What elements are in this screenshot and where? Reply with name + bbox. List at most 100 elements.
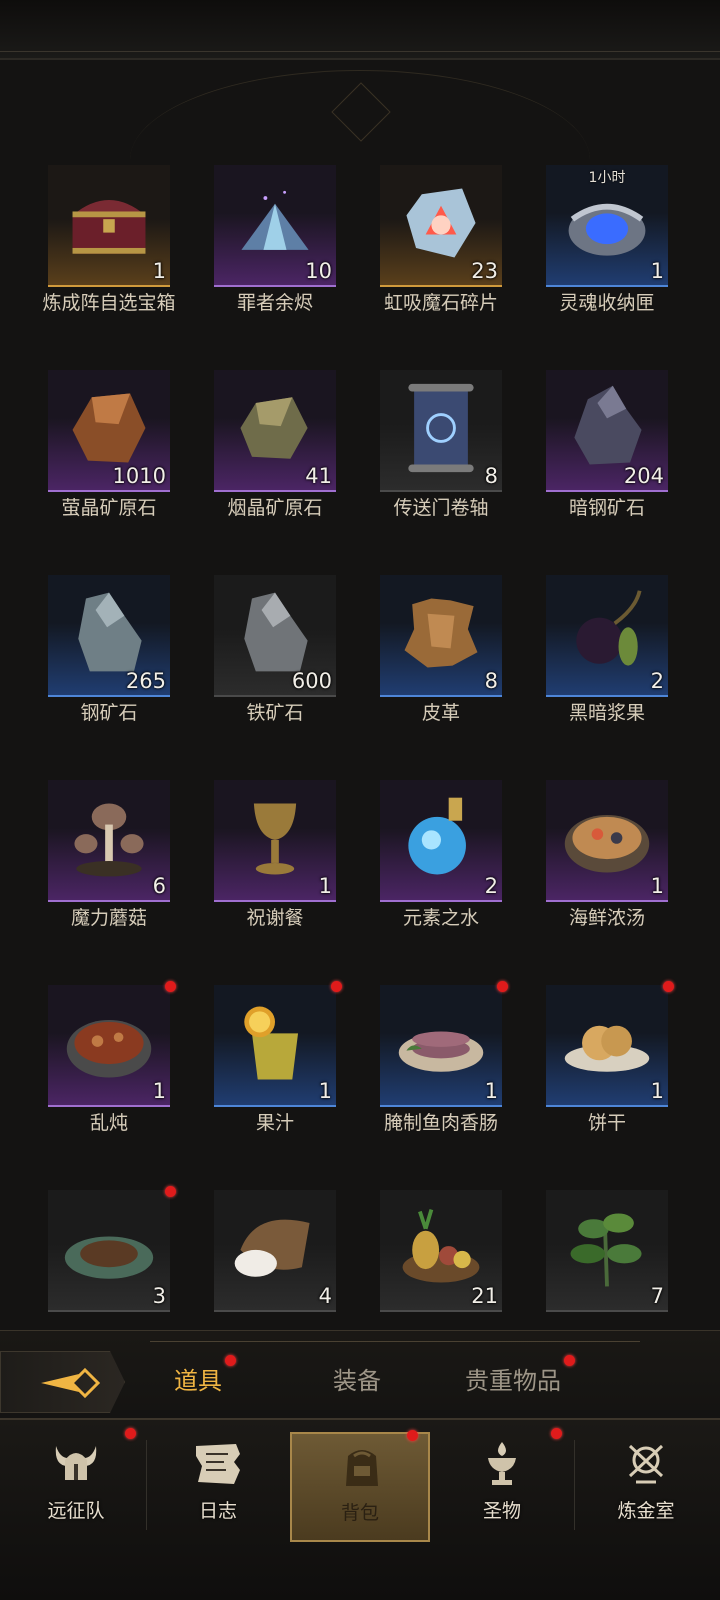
inventory-item[interactable]: 8 皮革 <box>372 575 538 780</box>
item-slot[interactable]: 7 <box>546 1190 668 1312</box>
item-slot[interactable]: 10 <box>214 165 336 287</box>
item-slot[interactable]: 23 <box>380 165 502 287</box>
item-count: 204 <box>623 464 664 488</box>
item-count: 1 <box>650 259 664 283</box>
inventory-item[interactable]: 8 传送门卷轴 <box>372 370 538 575</box>
item-slot[interactable]: 8 <box>380 575 502 697</box>
dark-berry-icon <box>576 590 642 666</box>
inventory-item[interactable]: 1 祝谢餐 <box>206 780 372 985</box>
inventory-item[interactable]: 600 铁矿石 <box>206 575 372 780</box>
tab-equipment[interactable]: 装备 <box>333 1361 381 1396</box>
inventory-item[interactable]: 2 元素之水 <box>372 780 538 985</box>
seafood-soup-icon <box>564 814 650 873</box>
sausage-icon <box>398 1031 484 1072</box>
crystal-shard-icon <box>241 190 309 250</box>
item-name: 暗钢矿石 <box>568 497 645 519</box>
tab-valuables[interactable]: 贵重物品 <box>465 1355 575 1396</box>
tab-items[interactable]: 道具 <box>174 1355 236 1396</box>
inventory-item[interactable]: 10 罪者余烬 <box>206 165 372 370</box>
inventory-item[interactable]: 6 魔力蘑菇 <box>40 780 206 985</box>
inventory-item[interactable]: 1 炼成阵自选宝箱 <box>40 165 206 370</box>
item-count: 4 <box>318 1284 332 1308</box>
soul-box-icon <box>568 203 646 256</box>
inventory-item[interactable]: 265 钢矿石 <box>40 575 206 780</box>
item-timer: 1小时 <box>588 170 626 186</box>
item-count: 41 <box>305 464 332 488</box>
iron-ore-icon <box>244 592 308 672</box>
item-slot[interactable]: 600 <box>214 575 336 697</box>
item-slot[interactable]: 2 <box>546 575 668 697</box>
item-slot[interactable]: 8 <box>380 370 502 492</box>
item-name: 果汁 <box>255 1112 294 1134</box>
inventory-item[interactable]: 23 虹吸魔石碎片 <box>372 165 538 370</box>
inventory-item[interactable]: 1 海鲜浓汤 <box>538 780 704 985</box>
item-count: 1 <box>318 1079 332 1103</box>
nav-journal[interactable]: 日志 <box>148 1432 288 1542</box>
chest-icon <box>72 199 146 254</box>
item-slot[interactable]: 3 <box>48 1190 170 1312</box>
notification-dot <box>165 981 176 992</box>
item-name: 炼成阵自选宝箱 <box>42 292 176 314</box>
item-name: 海鲜浓汤 <box>568 907 645 929</box>
steel-ore-icon <box>78 592 142 672</box>
item-slot[interactable]: 1 <box>214 985 336 1107</box>
item-name: 魔力蘑菇 <box>70 907 147 929</box>
divider <box>150 1341 640 1342</box>
inventory-item[interactable]: 1 果汁 <box>206 981 372 1190</box>
item-name: 灵魂收纳匣 <box>559 292 655 314</box>
notification-dot <box>551 1428 562 1439</box>
item-count: 265 <box>125 669 166 693</box>
notification-dot <box>564 1355 575 1366</box>
item-slot[interactable]: 1 <box>380 985 502 1107</box>
inventory-item[interactable]: 1 饼干 <box>538 981 704 1190</box>
item-slot[interactable]: 1 <box>48 985 170 1107</box>
inventory-item[interactable]: 1小时 1 灵魂收纳匣 <box>538 165 704 370</box>
item-name: 萤晶矿原石 <box>61 497 157 519</box>
magic-stone-icon <box>406 188 476 258</box>
item-name: 饼干 <box>587 1112 626 1134</box>
tab-items-label: 道具 <box>174 1367 222 1395</box>
nav-alchemy-label: 炼金室 <box>617 1500 675 1522</box>
item-count: 1 <box>152 1079 166 1103</box>
nav-backpack-label: 背包 <box>340 1502 379 1524</box>
item-count: 23 <box>471 259 498 283</box>
item-slot[interactable]: 1 <box>546 985 668 1107</box>
inventory-item[interactable]: 41 烟晶矿原石 <box>206 370 372 575</box>
nav-backpack[interactable]: 背包 <box>290 1430 430 1542</box>
item-count: 6 <box>152 874 166 898</box>
scroll-icon <box>408 383 474 473</box>
item-slot[interactable]: 41 <box>214 370 336 492</box>
notification-dot <box>407 1430 418 1441</box>
relic-goblet-icon <box>488 1442 516 1485</box>
top-frame <box>0 0 720 60</box>
item-slot[interactable]: 1 <box>214 780 336 902</box>
item-count: 2 <box>484 874 498 898</box>
inventory-item[interactable]: 204 暗钢矿石 <box>538 370 704 575</box>
item-count: 3 <box>152 1284 166 1308</box>
decorative-ornament <box>130 70 590 160</box>
item-slot[interactable]: 1小时 1 <box>546 165 668 287</box>
item-slot[interactable]: 1 <box>48 165 170 287</box>
item-slot[interactable]: 4 <box>214 1190 336 1312</box>
item-slot[interactable]: 2 <box>380 780 502 902</box>
item-slot[interactable]: 1010 <box>48 370 170 492</box>
tab-equipment-label: 装备 <box>333 1367 381 1395</box>
item-name: 钢矿石 <box>80 702 138 724</box>
inventory-item[interactable]: 1 乱炖 <box>40 981 206 1190</box>
item-slot[interactable]: 1 <box>546 780 668 902</box>
collapse-button[interactable] <box>0 1351 125 1413</box>
nav-expedition[interactable]: 远征队 <box>6 1428 146 1542</box>
item-name: 皮革 <box>421 702 460 724</box>
item-name: 传送门卷轴 <box>393 497 489 519</box>
inventory-item[interactable]: 2 黑暗浆果 <box>538 575 704 780</box>
nav-alchemy[interactable]: 炼金室 <box>576 1432 716 1542</box>
inventory-item[interactable]: 1 腌制鱼肉香肠 <box>372 981 538 1190</box>
nav-relic[interactable]: 圣物 <box>432 1428 572 1542</box>
inventory-item[interactable]: 1010 萤晶矿原石 <box>40 370 206 575</box>
item-slot[interactable]: 265 <box>48 575 170 697</box>
item-slot[interactable]: 204 <box>546 370 668 492</box>
item-slot[interactable]: 6 <box>48 780 170 902</box>
item-count: 8 <box>484 464 498 488</box>
potion-icon <box>408 797 466 875</box>
item-slot[interactable]: 21 <box>380 1190 502 1312</box>
